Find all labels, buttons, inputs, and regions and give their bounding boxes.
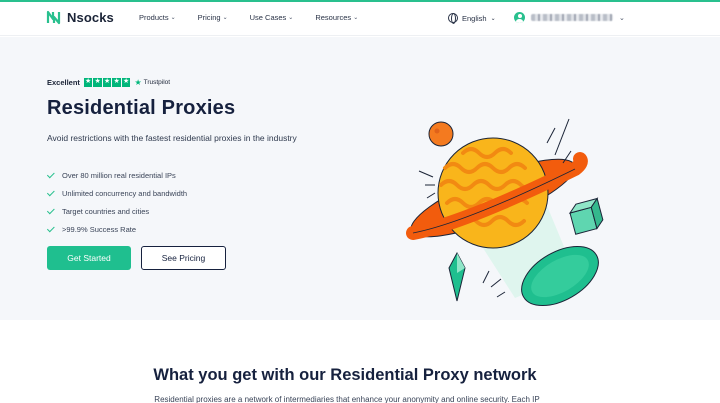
trustpilot-label: Trustpilot: [143, 79, 171, 86]
feature-text: Over 80 million real residential IPs: [62, 170, 176, 180]
top-navbar: Nsocks Products ⌄ Pricing ⌄ Use Cases ⌄ …: [0, 2, 720, 36]
menu-label: Use Cases: [249, 13, 287, 22]
section-title: What you get with our Residential Proxy …: [153, 366, 537, 384]
trustpilot-star-icon: ★: [134, 78, 142, 87]
menu-item-use-cases[interactable]: Use Cases ⌄: [250, 13, 294, 22]
star-icon: ★: [83, 78, 93, 87]
feature-item: Unlimited concurrency and bandwidth: [47, 184, 187, 202]
section-subtitle: Residential proxies are a network of int…: [154, 395, 540, 403]
planet-illustration: [406, 118, 604, 307]
feature-item: Target countries and cities: [47, 202, 187, 220]
blurred-username: [531, 14, 613, 21]
star-icon: ★: [112, 78, 121, 87]
chevron-down-icon: ⌄: [288, 15, 294, 21]
user-menu[interactable]: ⌄: [514, 12, 625, 23]
chevron-down-icon: ⌄: [170, 15, 176, 21]
main-menu: Products ⌄ Pricing ⌄ Use Cases ⌄ Resourc…: [139, 13, 380, 22]
see-pricing-button[interactable]: See Pricing: [141, 246, 226, 270]
logo[interactable]: Nsocks: [46, 10, 114, 25]
feature-text: Target countries and cities: [62, 206, 150, 216]
feature-list: Over 80 million real residential IPs Unl…: [47, 166, 187, 238]
chevron-down-icon: ⌄: [619, 14, 625, 22]
chevron-down-icon: ⌄: [490, 15, 496, 22]
rating-label: Excellent: [47, 78, 80, 87]
feature-text: Unlimited concurrency and bandwidth: [62, 188, 188, 198]
chevron-down-icon: ⌄: [222, 15, 228, 21]
star-icon: ★: [121, 78, 131, 87]
trustpilot-rating[interactable]: Excellent ★ ★ ★ ★ ★ ★ Trustpilot: [47, 78, 170, 87]
check-icon: [47, 171, 55, 179]
menu-item-resources[interactable]: Resources ⌄: [315, 13, 358, 22]
star-icon: ★: [93, 78, 102, 87]
feature-text: >99.9% Success Rate: [62, 224, 137, 234]
globe-icon: [448, 13, 458, 24]
check-icon: [47, 189, 55, 197]
page-title: Residential Proxies: [47, 97, 236, 119]
trustpilot-brand: ★ Trustpilot: [134, 78, 170, 87]
star-icon: ★: [102, 78, 112, 87]
hero-subtitle: Avoid restrictions with the fastest resi…: [47, 133, 297, 143]
rating-stars: ★ ★ ★ ★ ★: [83, 78, 131, 87]
get-started-button[interactable]: Get Started: [47, 246, 131, 270]
brand-name: Nsocks: [67, 10, 114, 25]
feature-item: >99.9% Success Rate: [47, 220, 187, 238]
logo-icon: [46, 10, 61, 25]
menu-label: Products: [139, 13, 169, 22]
hero-section: Excellent ★ ★ ★ ★ ★ ★ Trustpilot Residen…: [0, 37, 720, 320]
language-label: English: [462, 13, 487, 23]
menu-label: Pricing: [197, 13, 221, 22]
check-icon: [47, 207, 55, 215]
chevron-down-icon: ⌄: [353, 15, 359, 21]
menu-item-pricing[interactable]: Pricing ⌄: [198, 13, 228, 22]
menu-label: Resources: [315, 13, 352, 22]
feature-item: Over 80 million real residential IPs: [47, 166, 187, 184]
menu-item-products[interactable]: Products ⌄: [139, 13, 176, 22]
language-selector[interactable]: English ⌄: [448, 13, 496, 24]
check-icon: [47, 225, 55, 233]
user-icon: [514, 12, 525, 23]
